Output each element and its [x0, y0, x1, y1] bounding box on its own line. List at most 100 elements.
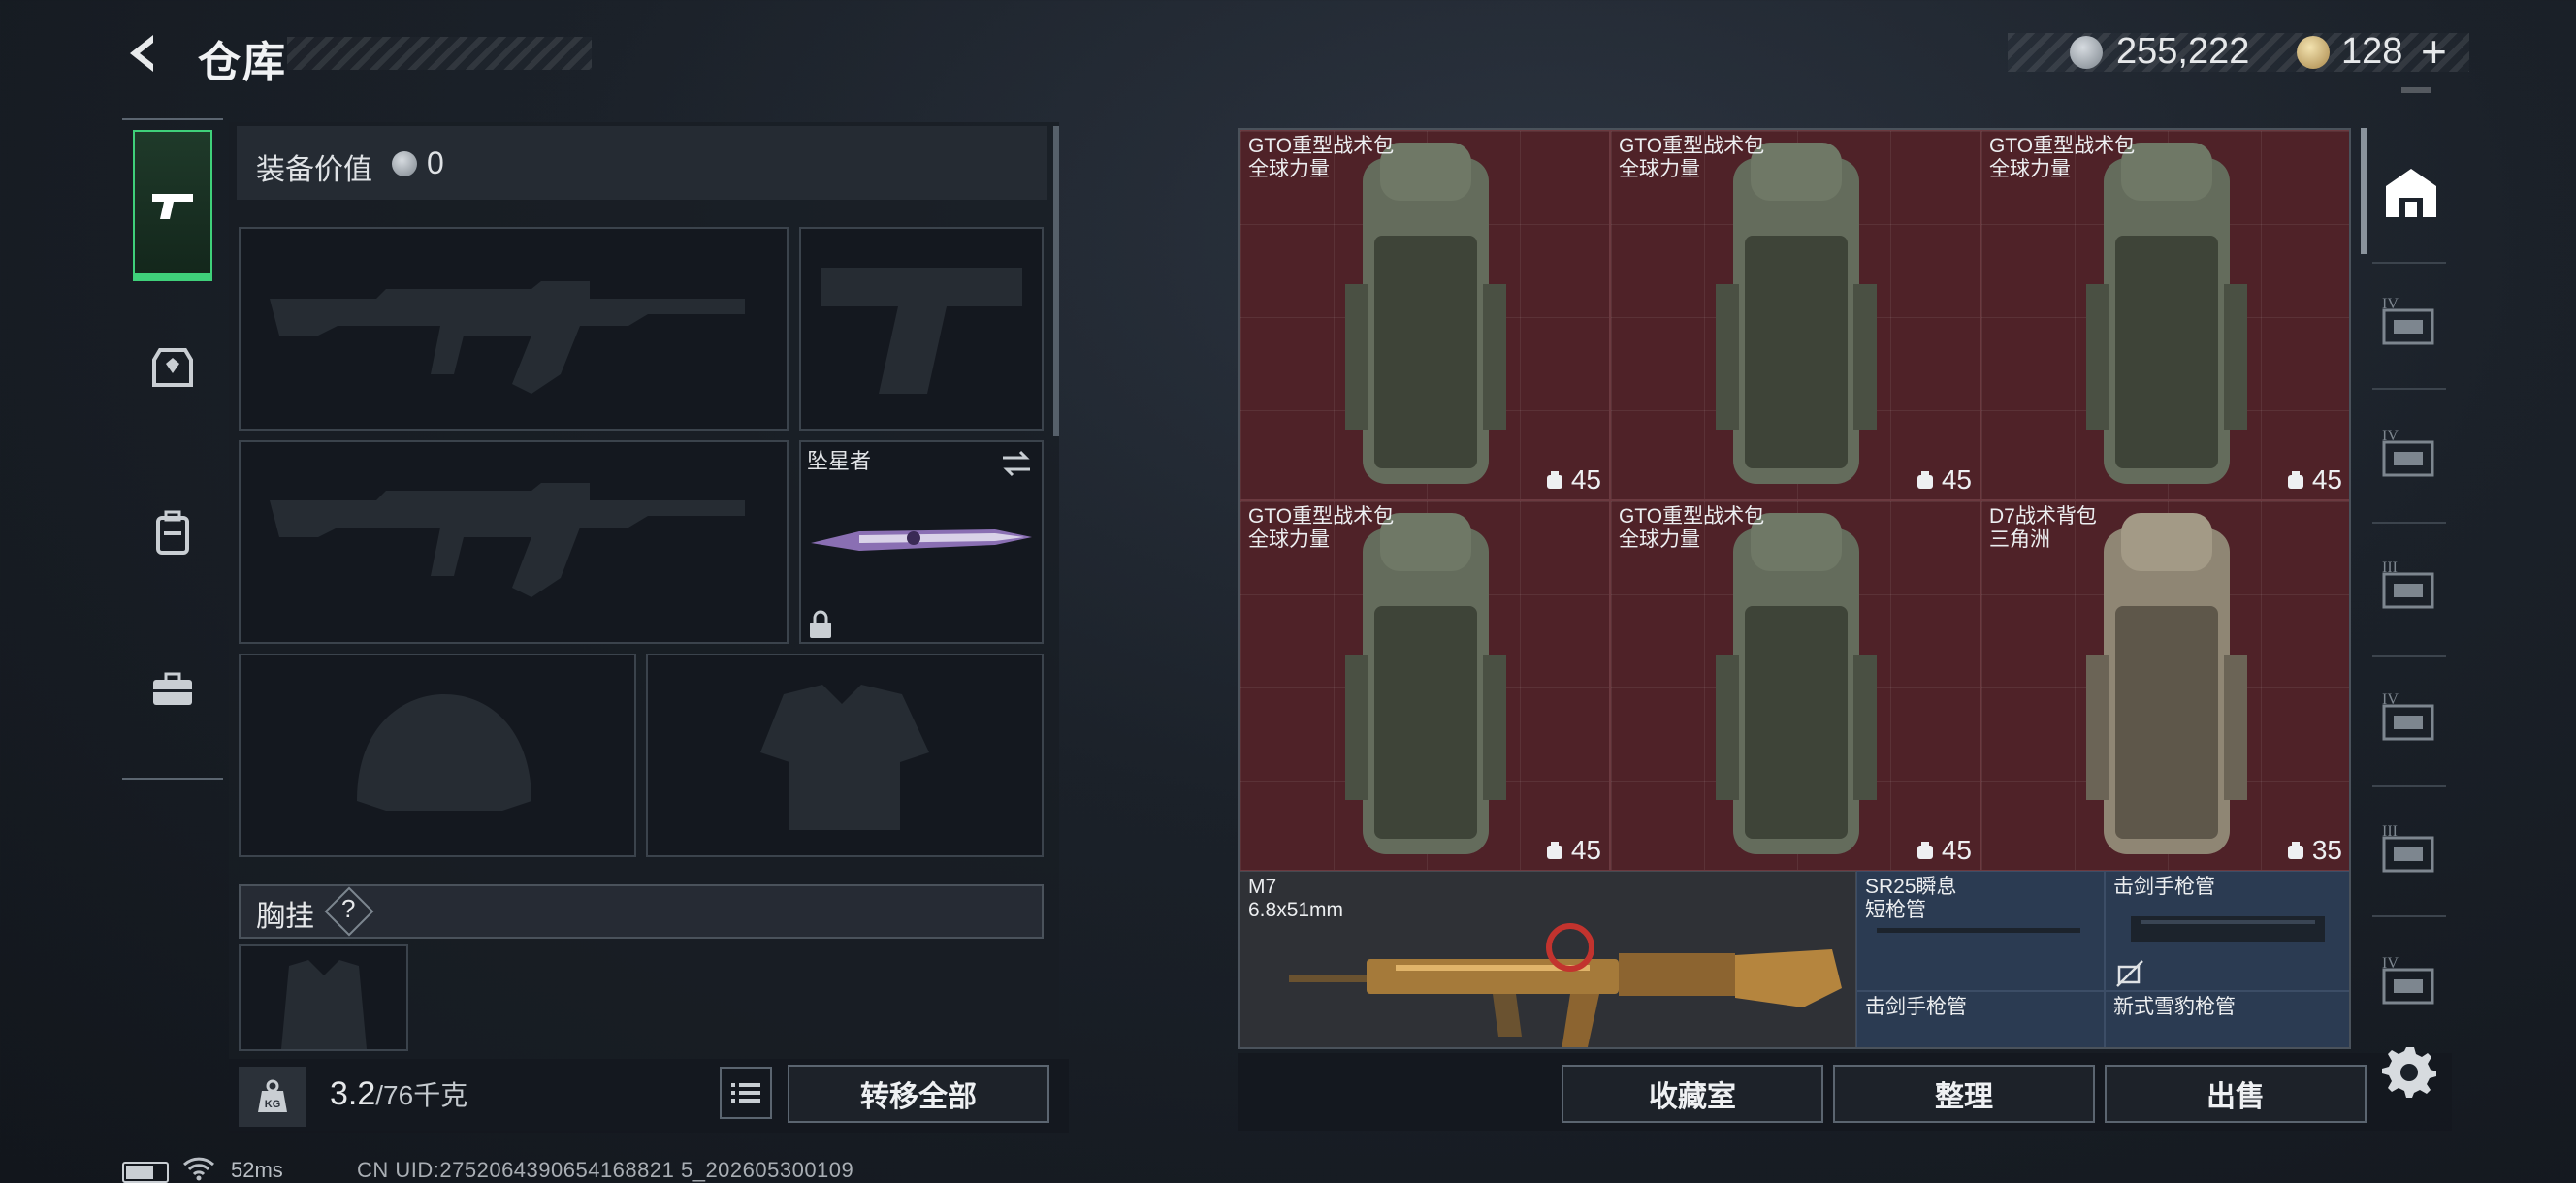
chest-rig-label: 胸挂 — [256, 901, 314, 933]
melee-name: 坠星者 — [807, 449, 872, 473]
equipment-value-label: 装备价值 — [256, 154, 372, 186]
storage-item-backpack[interactable]: GTO重型战术包 全球力量 45 — [1980, 130, 2349, 500]
nav-armor-tab[interactable] — [133, 328, 212, 407]
loadout-scrollbar[interactable] — [1053, 126, 1059, 436]
swap-icon[interactable] — [999, 448, 1034, 484]
item-name: GTO重型战术包 全球力量 — [1248, 135, 1395, 180]
handguard-icon — [2131, 916, 2325, 942]
storage-item-handguard[interactable]: 击剑手枪管 — [2105, 871, 2349, 991]
sort-button[interactable]: 整理 — [1833, 1065, 2095, 1123]
storage-scrollbar[interactable] — [2361, 128, 2367, 254]
capacity-badge: 45 — [1915, 464, 1972, 496]
storage-item-backpack[interactable]: GTO重型战术包 全球力量 45 — [1240, 130, 1610, 500]
storage-item-backpack[interactable]: D7战术背包 三角洲 35 — [1980, 500, 2349, 871]
storage-item-backpack[interactable]: GTO重型战术包 全球力量 45 — [1610, 130, 1980, 500]
item-name: GTO重型战术包 全球力量 — [1248, 505, 1395, 551]
rifle-silhouette-icon — [270, 483, 745, 597]
gold-amount: 128 — [2341, 31, 2403, 72]
secondary-weapon-slot[interactable] — [239, 440, 789, 644]
chest-rig-silhouette-icon — [281, 960, 367, 1049]
capacity-icon — [1546, 471, 1562, 489]
item-name: SR25瞬息 短枪管 — [1865, 876, 1957, 921]
nav-weapons-tab[interactable] — [133, 130, 212, 281]
gear-icon[interactable] — [2382, 1043, 2436, 1103]
backpack-icon — [2086, 143, 2247, 484]
add-currency-button[interactable]: + — [2421, 25, 2447, 78]
backpack-icon — [1345, 513, 1506, 854]
carry-weight-current: 3.2 — [330, 1075, 376, 1112]
storage-item-handguard[interactable]: 击剑手枪管 — [1856, 991, 2105, 1047]
rail-filter-tab[interactable]: IV — [2380, 423, 2442, 485]
storage-item-barrel[interactable]: 新式雪豹枪管 — [2105, 991, 2349, 1047]
back-arrow-icon[interactable] — [120, 29, 169, 78]
helmet-silhouette-icon — [357, 694, 531, 811]
weight-icon: KG — [239, 1067, 306, 1127]
sidearm-slot[interactable] — [799, 227, 1044, 431]
vest-silhouette-icon — [760, 685, 929, 830]
capacity-badge: 45 — [1915, 835, 1972, 866]
capacity-icon — [1546, 842, 1562, 859]
capacity-badge: 45 — [1544, 835, 1601, 866]
storage-item-rifle[interactable]: M7 6.8x51mm — [1240, 871, 1856, 1047]
rail-filter-tab[interactable]: IV — [2380, 950, 2442, 1012]
help-icon-glyph: ? — [341, 894, 356, 923]
rifle-silhouette-icon — [270, 281, 745, 394]
pistol-icon — [152, 194, 193, 219]
gold-coin-icon — [2297, 36, 2330, 69]
rail-filter-tab[interactable]: III — [2380, 818, 2442, 880]
storage-item-backpack[interactable]: GTO重型战术包 全球力量 45 — [1610, 500, 1980, 871]
capacity-icon — [1916, 842, 1933, 859]
item-name: GTO重型战术包 全球力量 — [1619, 135, 1765, 180]
list-icon — [731, 1083, 760, 1103]
capacity-badge: 35 — [2285, 835, 2342, 866]
collection-room-button[interactable]: 收藏室 — [1562, 1065, 1823, 1123]
ping-readout: 52ms — [231, 1158, 283, 1182]
briefcase-icon — [153, 672, 192, 705]
silver-coin-icon — [2070, 36, 2103, 69]
body-armor-slot[interactable] — [646, 654, 1044, 857]
weapon-case-icon: III — [2382, 560, 2434, 609]
decor-mark — [2401, 87, 2431, 93]
capacity-icon — [1916, 471, 1933, 489]
weapon-case-icon: III — [2382, 823, 2434, 873]
rail-filter-tab[interactable]: IV — [2380, 291, 2442, 353]
transfer-all-button[interactable]: 转移全部 — [788, 1065, 1049, 1123]
backpack-icon — [1716, 513, 1877, 854]
barrel-icon — [1877, 928, 2080, 933]
weight-badge: KG — [265, 1099, 281, 1110]
capacity-icon — [2287, 471, 2303, 489]
sell-button[interactable]: 出售 — [2105, 1065, 2367, 1123]
title-decoration — [287, 37, 592, 70]
capacity-badge: 45 — [1544, 464, 1601, 496]
rail-filter-tab[interactable]: IV — [2380, 687, 2442, 749]
item-name: 击剑手枪管 — [2113, 876, 2215, 898]
silver-coin-icon — [392, 151, 417, 176]
pistol-silhouette-icon — [821, 268, 1022, 394]
armor-icon — [152, 348, 193, 387]
silver-amount: 255,222 — [2116, 31, 2250, 72]
backpack-icon — [1345, 143, 1506, 484]
helmet-slot[interactable] — [239, 654, 636, 857]
nav-case-tab[interactable] — [133, 650, 212, 729]
backpack-icon — [156, 510, 189, 555]
rifle-icon — [1289, 923, 1842, 1047]
unavailable-icon — [2116, 960, 2143, 987]
lock-icon — [807, 609, 834, 645]
item-name: GTO重型战术包 全球力量 — [1619, 505, 1765, 551]
storage-item-backpack[interactable]: GTO重型战术包 全球力量 45 — [1240, 500, 1610, 871]
carry-weight-max: /76千克 — [375, 1080, 468, 1110]
rail-filter-tab[interactable]: III — [2380, 555, 2442, 617]
user-uid: CN UID:2752064390654168821 5_20260530010… — [357, 1158, 854, 1182]
weapon-case-icon: IV — [2382, 296, 2434, 345]
list-view-button[interactable] — [720, 1067, 772, 1119]
equipment-value-amount: 0 — [427, 145, 444, 180]
chest-rig-slot[interactable] — [239, 944, 408, 1051]
storage-home-icon — [2386, 169, 2436, 217]
nav-backpack-tab[interactable] — [133, 493, 212, 572]
storage-item-barrel[interactable]: SR25瞬息 短枪管 — [1856, 871, 2105, 991]
weapon-case-icon: IV — [2382, 955, 2434, 1005]
rail-all-items-tab[interactable] — [2380, 161, 2442, 223]
primary-weapon-slot[interactable] — [239, 227, 789, 431]
battery-level — [126, 1166, 153, 1179]
carry-weight: 3.2/76千克 — [330, 1074, 467, 1113]
